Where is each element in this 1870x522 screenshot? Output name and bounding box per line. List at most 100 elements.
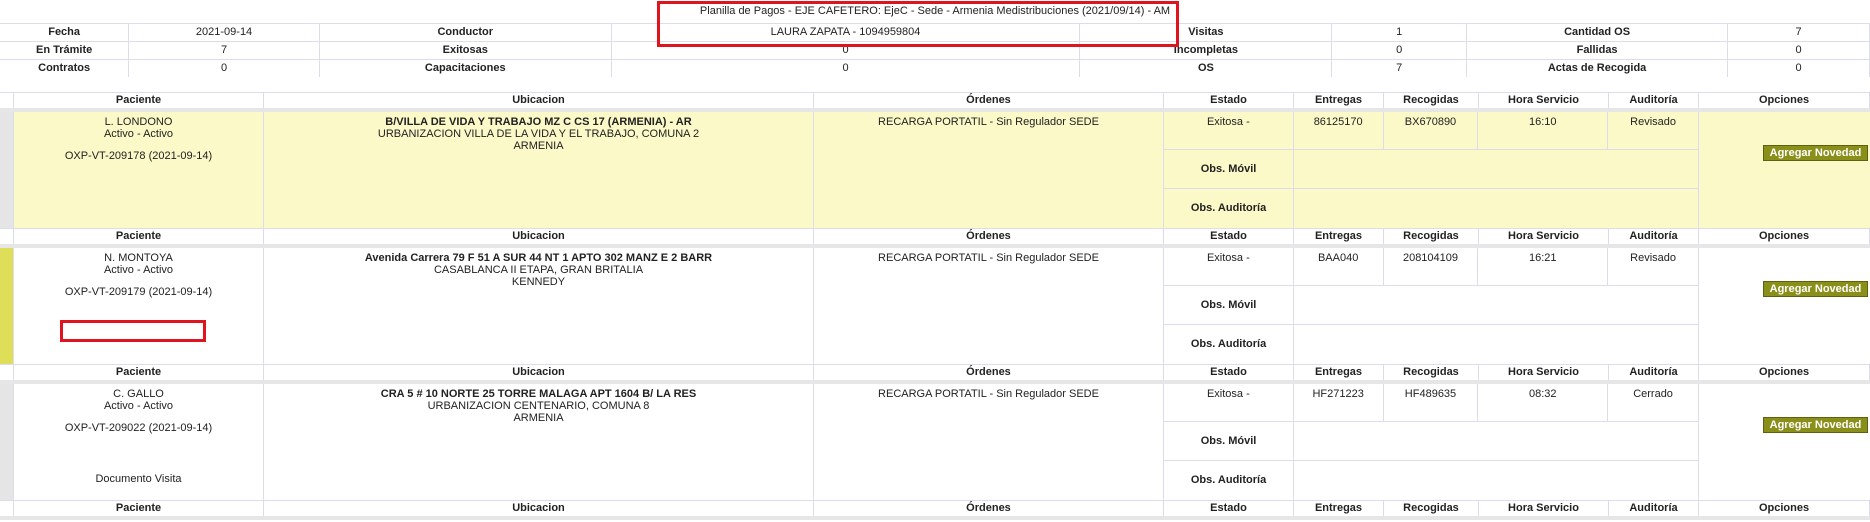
ordenes-cell: RECARGA PORTATIL - Sin Regulador SEDE: [814, 112, 1164, 228]
obs-auditoria-label: Obs. Auditoría: [1164, 189, 1294, 228]
summary-label: Exitosas: [320, 42, 612, 59]
obs-auditoria-value: [1294, 461, 1698, 500]
summary-value: 0: [612, 60, 1081, 77]
agregar-novedad-button[interactable]: Agregar Novedad: [1763, 145, 1868, 161]
obs-auditoria-label: Obs. Auditoría: [1164, 461, 1294, 500]
header-auditoria: Auditoría: [1609, 501, 1699, 516]
summary-value: 0: [1728, 42, 1870, 59]
summary-value: 1: [1332, 24, 1468, 41]
planilla-page: Planilla de Pagos - EJE CAFETERO: EjeC -…: [0, 0, 1870, 522]
summary-label: Capacitaciones: [320, 60, 612, 77]
hora-value: 16:10: [1478, 112, 1609, 149]
summary-value: 7: [1332, 60, 1468, 77]
row-marker: [0, 248, 14, 364]
header-paciente: Paciente: [14, 501, 264, 516]
summary-value: 0: [129, 60, 320, 77]
obs-movil-label: Obs. Móvil: [1164, 286, 1294, 324]
header-hora: Hora Servicio: [1479, 229, 1609, 244]
summary-value: 0: [1332, 42, 1468, 59]
summary-value: 7: [1728, 24, 1870, 41]
obs-movil-value: [1294, 286, 1698, 324]
records-header: Paciente Ubicacion Órdenes Estado Entreg…: [0, 92, 1870, 112]
header-ordenes: Órdenes: [814, 501, 1164, 516]
agregar-novedad-button[interactable]: Agregar Novedad: [1763, 417, 1868, 433]
header-estado: Estado: [1164, 229, 1294, 244]
header-opciones: Opciones: [1699, 93, 1870, 108]
header-hora: Hora Servicio: [1479, 501, 1609, 516]
summary-label: Fecha: [0, 24, 130, 41]
ordenes-cell: RECARGA PORTATIL - Sin Regulador SEDE: [814, 384, 1164, 500]
paciente-cell: L. LONDONO Activo - Activo OXP-VT-209178…: [14, 112, 264, 228]
visit-code[interactable]: OXP-VT-209178 (2021-09-14): [14, 150, 263, 162]
address-city: ARMENIA: [513, 140, 564, 152]
estado-value: Exitosa -: [1164, 112, 1294, 149]
summary-value: 7: [129, 42, 320, 59]
ubicacion-cell: Avenida Carrera 79 F 51 A SUR 44 NT 1 AP…: [264, 248, 814, 364]
auditoria-value: Revisado: [1630, 116, 1676, 128]
status-grid: Exitosa - BAA040 208104109 16:21 Revisad…: [1164, 248, 1699, 364]
visit-code[interactable]: OXP-VT-209022 (2021-09-14): [14, 422, 263, 434]
auditoria-value: Cerrado: [1633, 388, 1673, 400]
obs-movil-value: [1294, 422, 1698, 460]
records-list: Paciente Ubicacion Órdenes Estado Entreg…: [0, 92, 1870, 520]
summary-value: 0: [1728, 60, 1870, 77]
auditoria-value: Revisado: [1630, 252, 1676, 264]
address-city: ARMENIA: [513, 412, 564, 424]
header-paciente: Paciente: [14, 365, 264, 380]
header-hora: Hora Servicio: [1479, 365, 1609, 380]
paciente-cell: N. MONTOYA Activo - Activo OXP-VT-209179…: [14, 248, 264, 364]
highlight-box: [657, 1, 1179, 47]
header-recogidas: Recogidas: [1384, 365, 1479, 380]
ordenes-cell: RECARGA PORTATIL - Sin Regulador SEDE: [814, 248, 1164, 364]
recogidas-value: 208104109: [1384, 248, 1479, 285]
header-opciones: Opciones: [1699, 501, 1870, 516]
hora-value: 08:32: [1478, 384, 1609, 421]
opciones-cell: Agregar Novedad: [1699, 248, 1870, 364]
order-text: RECARGA PORTATIL - Sin Regulador SEDE: [878, 116, 1099, 128]
header-estado: Estado: [1164, 501, 1294, 516]
summary-label: Cantidad OS: [1467, 24, 1729, 41]
obs-movil-label: Obs. Móvil: [1164, 150, 1294, 188]
visit-code[interactable]: OXP-VT-209179 (2021-09-14): [14, 286, 263, 298]
header-estado: Estado: [1164, 93, 1294, 108]
header-auditoria: Auditoría: [1609, 365, 1699, 380]
hora-value: 16:21: [1478, 248, 1609, 285]
estado-value: Exitosa -: [1164, 384, 1294, 421]
obs-auditoria-value: [1294, 189, 1698, 228]
header-spacer: [0, 501, 14, 516]
address-neighborhood: URBANIZACION VILLA DE LA VIDA Y EL TRABA…: [377, 128, 700, 140]
records-header: Paciente Ubicacion Órdenes Estado Entreg…: [0, 500, 1870, 520]
recogidas-value: BX670890: [1384, 112, 1479, 149]
patient-name: N. MONTOYA: [104, 252, 173, 264]
header-auditoria: Auditoría: [1609, 229, 1699, 244]
header-auditoria: Auditoría: [1609, 93, 1699, 108]
header-spacer: [0, 93, 14, 108]
header-ordenes: Órdenes: [814, 229, 1164, 244]
paciente-cell: C. GALLO Activo - Activo OXP-VT-209022 (…: [14, 384, 264, 500]
header-paciente: Paciente: [14, 93, 264, 108]
order-text: RECARGA PORTATIL - Sin Regulador SEDE: [878, 388, 1099, 400]
documento-visita-link[interactable]: Documento Visita: [14, 473, 263, 485]
patient-state: Activo - Activo: [103, 264, 174, 276]
agregar-novedad-button[interactable]: Agregar Novedad: [1763, 281, 1868, 297]
status-grid: Exitosa - 86125170 BX670890 16:10 Revisa…: [1164, 112, 1699, 228]
header-ubicacion: Ubicacion: [264, 229, 814, 244]
patient-state: Activo - Activo: [103, 128, 174, 140]
entregas-value: 86125170: [1294, 112, 1384, 149]
record-row: L. LONDONO Activo - Activo OXP-VT-209178…: [0, 112, 1870, 228]
obs-auditoria-label: Obs. Auditoría: [1164, 325, 1294, 364]
patient-name: C. GALLO: [113, 388, 164, 400]
address-neighborhood: URBANIZACION CENTENARIO, COMUNA 8: [427, 400, 650, 412]
header-entregas: Entregas: [1294, 229, 1384, 244]
summary-label: Fallidas: [1467, 42, 1729, 59]
opciones-cell: Agregar Novedad: [1699, 112, 1870, 228]
opciones-cell: Agregar Novedad: [1699, 384, 1870, 500]
patient-state: Activo - Activo: [103, 400, 174, 412]
header-ordenes: Órdenes: [814, 365, 1164, 380]
records-header: Paciente Ubicacion Órdenes Estado Entreg…: [0, 228, 1870, 248]
header-ubicacion: Ubicacion: [264, 501, 814, 516]
entregas-value: HF271223: [1294, 384, 1384, 421]
patient-name: L. LONDONO: [104, 116, 173, 128]
obs-auditoria-value: [1294, 325, 1698, 364]
header-spacer: [0, 365, 14, 380]
